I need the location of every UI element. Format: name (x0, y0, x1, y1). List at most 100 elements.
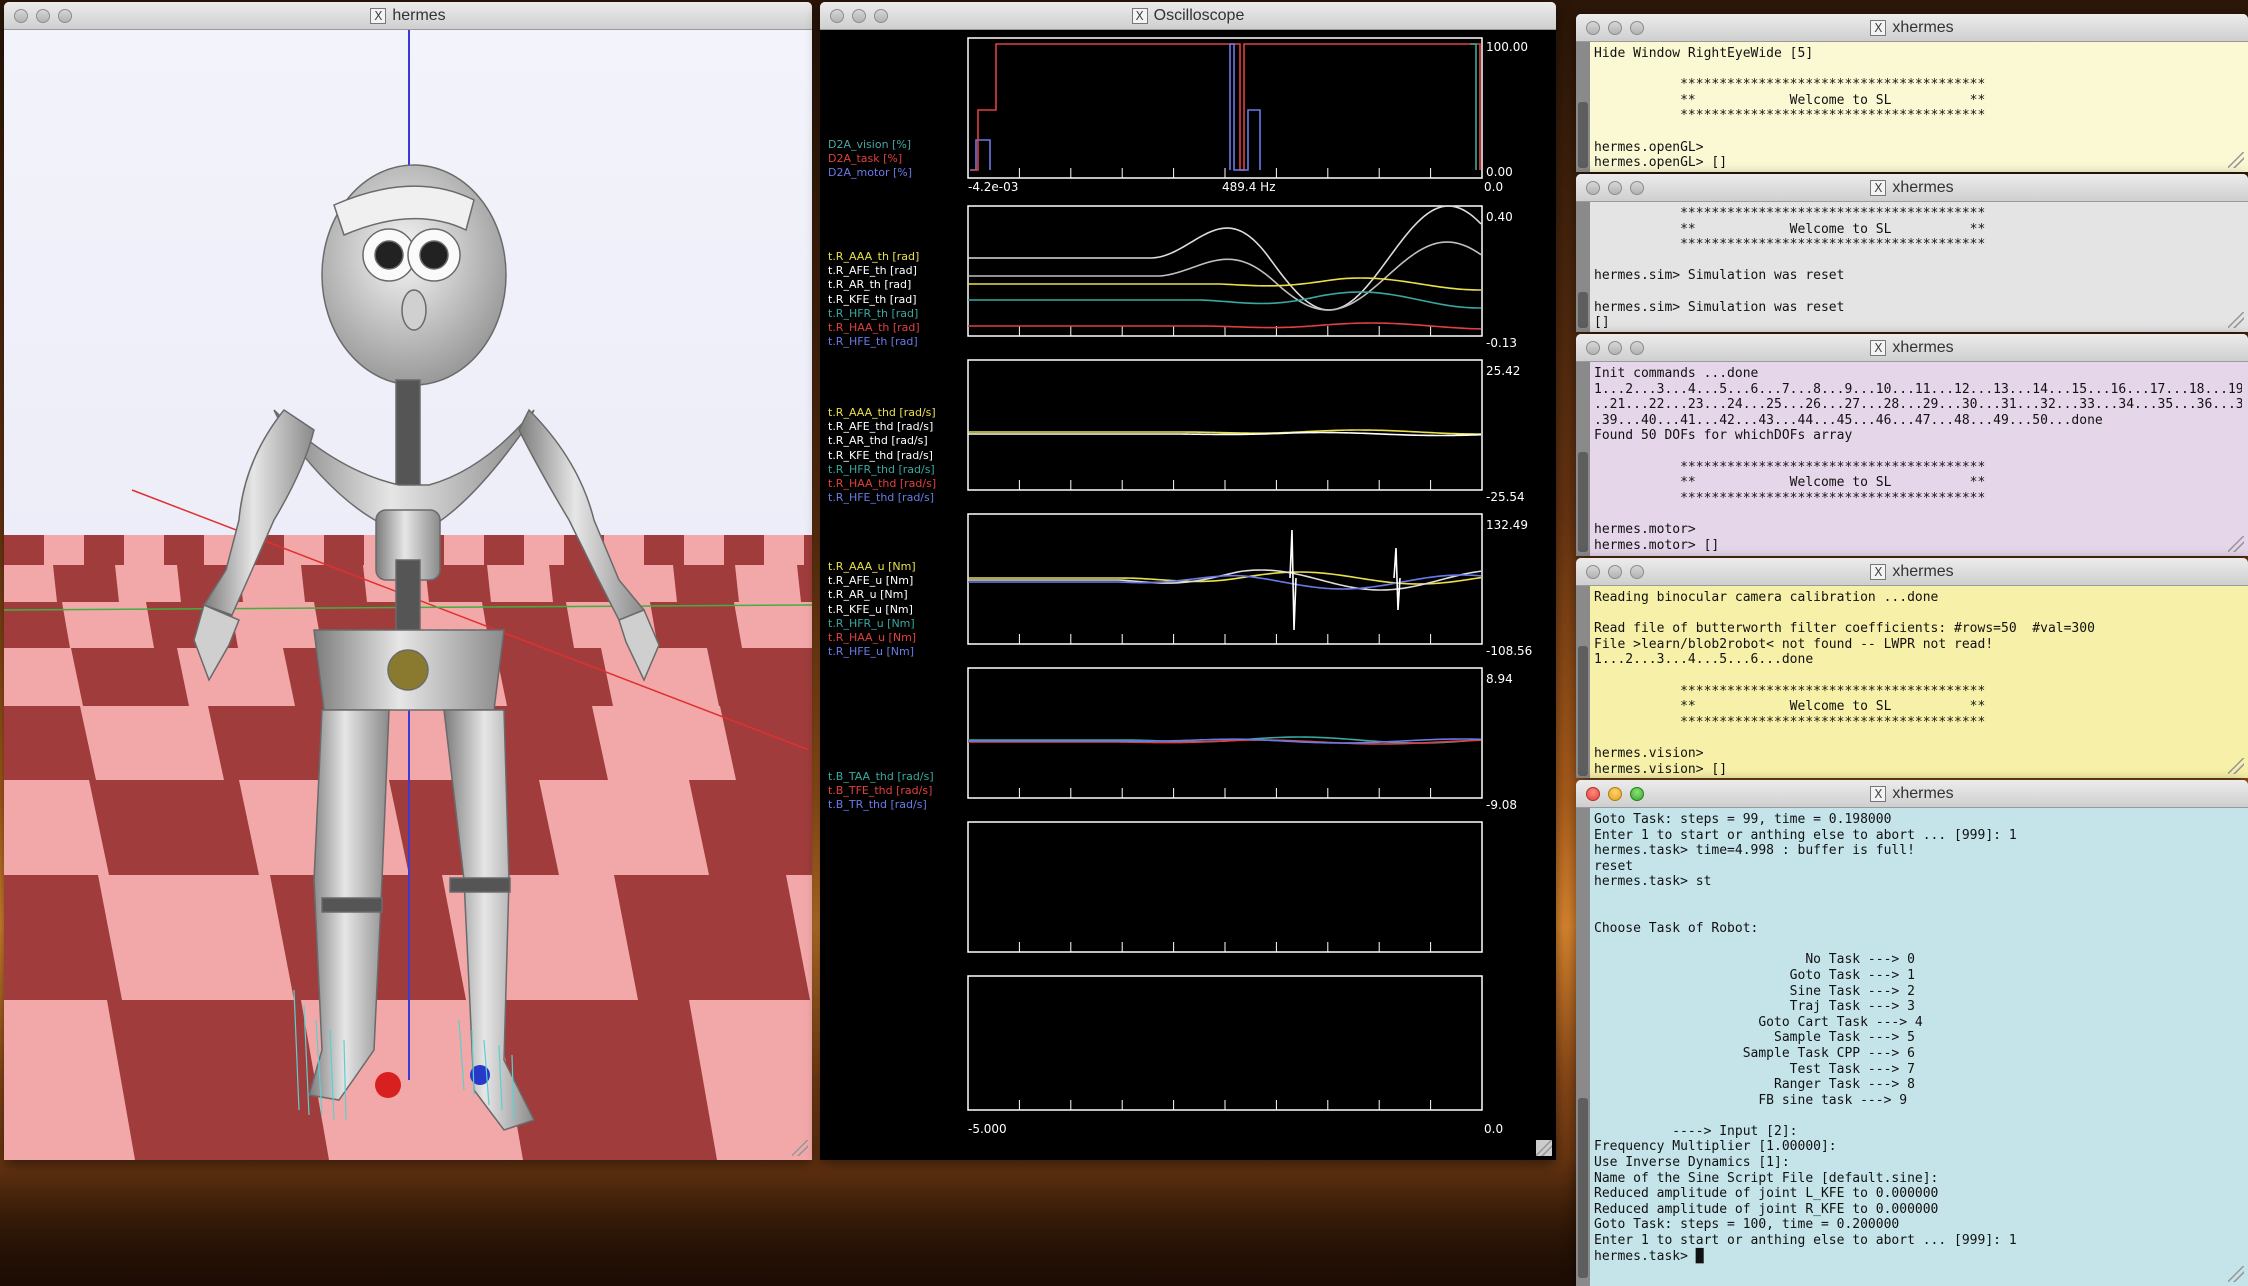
close-button[interactable] (1586, 787, 1600, 801)
terminal-body[interactable]: *************************************** … (1576, 202, 2248, 332)
scope-legend-entry: D2A_vision [%] (828, 138, 912, 151)
window-title: xhermes (1892, 563, 1954, 580)
terminal-text: Reading binocular camera calibration ...… (1594, 590, 2095, 777)
window-controls (14, 9, 72, 23)
scrollbar[interactable] (1576, 42, 1590, 172)
scope-legend-entry: t.R_AFE_thd [rad/s] (828, 420, 934, 434)
scope-legend-entry: t.B_TR_thd [rad/s] (828, 798, 927, 812)
minimize-button[interactable] (852, 9, 866, 23)
resize-grip[interactable] (1536, 1140, 1552, 1156)
minimize-button[interactable] (1608, 787, 1622, 801)
scope-legend-entry: t.R_AR_th [rad] (828, 278, 912, 292)
close-button[interactable] (1586, 21, 1600, 35)
window-titlebar[interactable]: Xxhermes (1576, 174, 2248, 202)
panel5-min: -9.08 (1486, 798, 1518, 812)
window-controls (1586, 21, 1644, 35)
terminal-text: Init commands ...done 1...2...3...4...5.… (1594, 366, 2242, 553)
oscilloscope-canvas[interactable]: D2A_vision [%] D2A_task [%] D2A_motor [%] … (820, 30, 1556, 1160)
resize-grip[interactable] (792, 1140, 808, 1156)
scope-legend-entry: t.R_HFR_thd [rad/s] (828, 462, 935, 476)
scope-panel-frame (967, 205, 1483, 337)
x11-icon: X (1870, 20, 1887, 36)
zoom-button[interactable] (1630, 21, 1644, 35)
oscilloscope-window[interactable]: X Oscilloscope D2A_vision [%] D2A_task [%]… (820, 2, 1556, 1160)
window-title: xhermes (1892, 179, 1954, 196)
scope-legend-5: t.B_TAA_thd [rad/s] t.B_TFE_thd [rad/s] t.… (828, 770, 934, 813)
minimize-button[interactable] (36, 9, 50, 23)
scrollbar[interactable] (1576, 202, 1590, 332)
scope-panel-frame (967, 513, 1483, 645)
minimize-button[interactable] (1608, 21, 1622, 35)
window-title: xhermes (1892, 19, 1954, 36)
terminal-body[interactable]: Reading binocular camera calibration ...… (1576, 586, 2248, 778)
resize-grip[interactable] (2228, 1266, 2244, 1282)
panel3-min: -25.54 (1486, 490, 1525, 504)
scope-legend-entry: t.R_AR_thd [rad/s] (828, 434, 928, 448)
trace-r-aaa-angle (968, 277, 1482, 291)
scope-legend-entry: t.R_HFE_th [rad] (828, 335, 918, 349)
xhermes-task-terminal[interactable]: Xxhermes Goto Task: steps = 99, time = 0… (1576, 780, 2248, 1286)
minimize-button[interactable] (1608, 565, 1622, 579)
zoom-button[interactable] (1630, 341, 1644, 355)
window-titlebar[interactable]: Xxhermes (1576, 334, 2248, 362)
panel2-max: 0.40 (1486, 210, 1513, 224)
close-button[interactable] (1586, 341, 1600, 355)
close-button[interactable] (1586, 565, 1600, 579)
trace-r-hfr-angle (968, 291, 1482, 309)
window-titlebar[interactable]: Xxhermes (1576, 558, 2248, 586)
close-button[interactable] (1586, 181, 1600, 195)
close-button[interactable] (14, 9, 28, 23)
window-titlebar[interactable]: Xhermes (4, 2, 812, 30)
scrollbar[interactable] (1576, 586, 1590, 778)
window-title: Oscilloscope (1153, 7, 1245, 24)
scope-legend-entry: t.R_AAA_u [Nm] (828, 560, 916, 573)
panel1-min: 0.00 (1486, 165, 1513, 179)
terminal-body[interactable]: Init commands ...done 1...2...3...4...5.… (1576, 362, 2248, 556)
terminal-text: Goto Task: steps = 99, time = 0.198000 E… (1594, 812, 2017, 1264)
left-foot-marker (375, 1072, 401, 1098)
resize-grip[interactable] (2228, 758, 2244, 774)
xhermes-sim-terminal[interactable]: Xxhermes *******************************… (1576, 174, 2248, 332)
zoom-button[interactable] (58, 9, 72, 23)
window-controls (1586, 181, 1644, 195)
scope-legend-entry: t.R_AAA_thd [rad/s] (828, 406, 936, 419)
trace-r-knee-angle (968, 205, 1482, 311)
hermes-3d-window[interactable]: Xhermes (4, 2, 812, 1160)
window-controls (1586, 787, 1644, 801)
minimize-button[interactable] (1608, 181, 1622, 195)
scope-legend-entry: t.R_HFR_u [Nm] (828, 616, 915, 630)
xhermes-motor-terminal[interactable]: Xxhermes Init commands ...done 1...2...3… (1576, 334, 2248, 556)
window-title: hermes (392, 7, 446, 24)
terminal-body[interactable]: Goto Task: steps = 99, time = 0.198000 E… (1576, 808, 2248, 1286)
close-button[interactable] (830, 9, 844, 23)
scope-legend-entry: t.B_TAA_thd [rad/s] (828, 770, 934, 783)
scope-legend-entry: t.R_HAA_thd [rad/s] (828, 477, 937, 491)
zoom-button[interactable] (874, 9, 888, 23)
scope-legend-entry: t.R_AFE_u [Nm] (828, 574, 914, 588)
terminal-text: *************************************** … (1594, 206, 1986, 331)
resize-grip[interactable] (2228, 536, 2244, 552)
scrollbar[interactable] (1576, 362, 1590, 556)
scope-legend-entry: t.B_TFE_thd [rad/s] (828, 784, 933, 798)
trace-d2a-motor (970, 139, 991, 171)
minimize-button[interactable] (1608, 341, 1622, 355)
scrollbar[interactable] (1576, 808, 1590, 1286)
zoom-button[interactable] (1630, 787, 1644, 801)
window-controls (830, 9, 888, 23)
window-titlebar[interactable]: Xxhermes (1576, 780, 2248, 808)
window-title: xhermes (1892, 339, 1954, 356)
panel7-xright: 0.0 (1484, 1122, 1504, 1136)
zoom-button[interactable] (1630, 181, 1644, 195)
window-titlebar[interactable]: Xxhermes (1576, 14, 2248, 42)
zoom-button[interactable] (1630, 565, 1644, 579)
resize-grip[interactable] (2228, 312, 2244, 328)
resize-grip[interactable] (2228, 152, 2244, 168)
scope-panel-frame (967, 37, 1483, 179)
terminal-body[interactable]: Hide Window RightEyeWide [5] ***********… (1576, 42, 2248, 172)
panel1-xleft: -4.2e-03 (968, 180, 1019, 194)
window-titlebar[interactable]: X Oscilloscope (820, 2, 1556, 30)
trace-d2a-vision (1470, 43, 1477, 170)
xhermes-vision-terminal[interactable]: Xxhermes Reading binocular camera calibr… (1576, 558, 2248, 778)
xhermes-opengl-terminal[interactable]: Xxhermes Hide Window RightEyeWide [5] **… (1576, 14, 2248, 172)
opengl-viewport[interactable] (4, 30, 812, 1160)
